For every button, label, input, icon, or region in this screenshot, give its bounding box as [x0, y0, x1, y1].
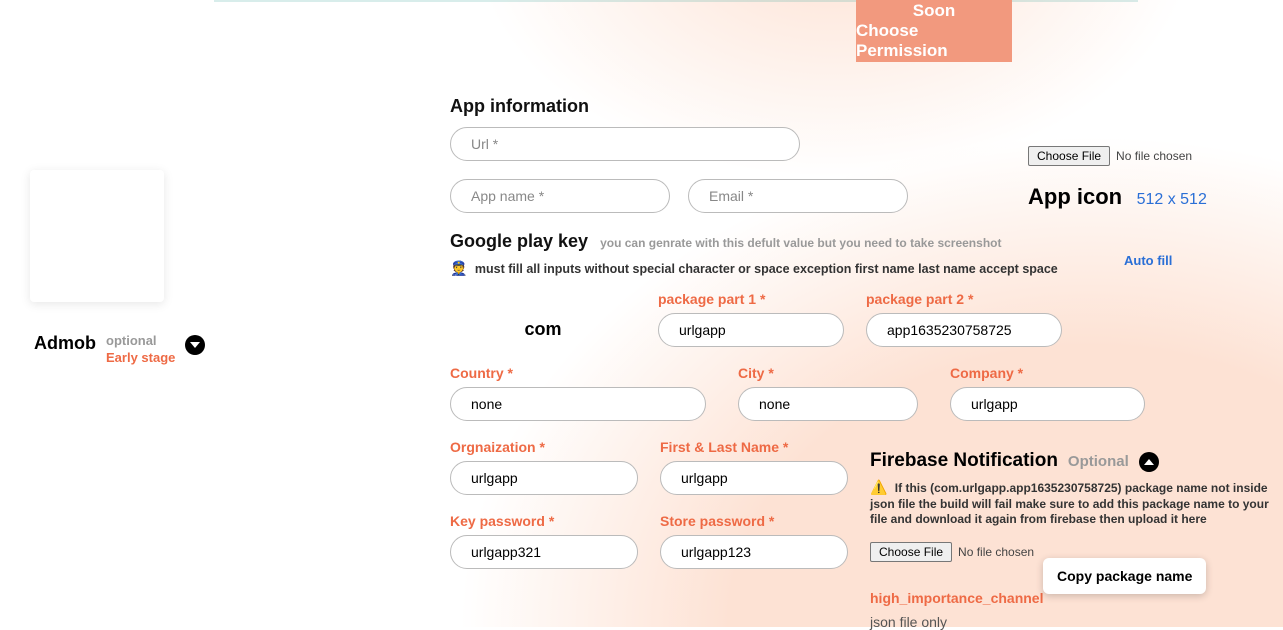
firebase-choose-file-button[interactable]: Choose File — [870, 542, 952, 562]
pkg1-label: package part 1 * — [658, 291, 844, 307]
gpk-title: Google play key — [450, 231, 588, 252]
copy-package-button[interactable]: Copy package name — [1043, 558, 1206, 594]
gpk-hint: you can genrate with this defult value b… — [600, 236, 1001, 250]
storepw-input[interactable] — [660, 535, 848, 569]
url-input[interactable] — [450, 127, 800, 161]
country-label: Country * — [450, 365, 706, 381]
icon-choose-file-button[interactable]: Choose File — [1028, 146, 1110, 166]
firebase-no-file: No file chosen — [958, 545, 1034, 559]
admob-optional: optional — [106, 333, 175, 350]
admob-toggle[interactable] — [185, 335, 205, 355]
city-input[interactable] — [738, 387, 918, 421]
auto-fill-link[interactable]: Auto fill — [1124, 253, 1172, 268]
company-label: Company * — [950, 365, 1145, 381]
soon-line2: Choose Permission — [856, 21, 1012, 61]
company-input[interactable] — [950, 387, 1145, 421]
warning-icon: ⚠️ — [870, 479, 887, 495]
storepw-label: Store password * — [660, 513, 848, 529]
org-input[interactable] — [450, 461, 638, 495]
app-icon-title: App icon — [1028, 184, 1122, 209]
keypw-input[interactable] — [450, 535, 638, 569]
app-name-input[interactable] — [450, 179, 670, 213]
icon-no-file: No file chosen — [1116, 149, 1192, 163]
pkg2-label: package part 2 * — [866, 291, 1062, 307]
warning-person-icon: 👮 — [450, 260, 467, 276]
city-label: City * — [738, 365, 918, 381]
app-info-title: App information — [450, 96, 1265, 117]
preview-card — [30, 170, 164, 302]
country-input[interactable] — [450, 387, 706, 421]
gpk-warn: must fill all inputs without special cha… — [475, 262, 1058, 276]
pkg2-input[interactable] — [866, 313, 1062, 347]
firebase-optional: Optional — [1068, 453, 1129, 470]
firebase-warn: If this (com.urlgapp.app1635230758725) p… — [870, 481, 1269, 526]
admob-title: Admob — [34, 333, 96, 354]
chevron-down-icon — [190, 342, 200, 348]
firebase-channel: high_importance_channel — [870, 590, 1043, 606]
keypw-label: Key password * — [450, 513, 638, 529]
name-input[interactable] — [660, 461, 848, 495]
soon-line1: Soon — [913, 1, 956, 21]
email-input[interactable] — [688, 179, 908, 213]
firebase-json-only: json file only — [870, 614, 1280, 630]
org-label: Orgnaization * — [450, 439, 638, 455]
pkg1-input[interactable] — [658, 313, 844, 347]
firebase-title: Firebase Notification — [870, 450, 1058, 472]
package-com: com — [450, 319, 636, 340]
app-icon-dims: 512 x 512 — [1137, 191, 1207, 208]
admob-early: Early stage — [106, 350, 175, 367]
name-label: First & Last Name * — [660, 439, 848, 455]
chevron-up-icon — [1144, 459, 1154, 465]
soon-banner[interactable]: Soon Choose Permission — [856, 0, 1012, 62]
firebase-toggle[interactable] — [1139, 452, 1159, 472]
